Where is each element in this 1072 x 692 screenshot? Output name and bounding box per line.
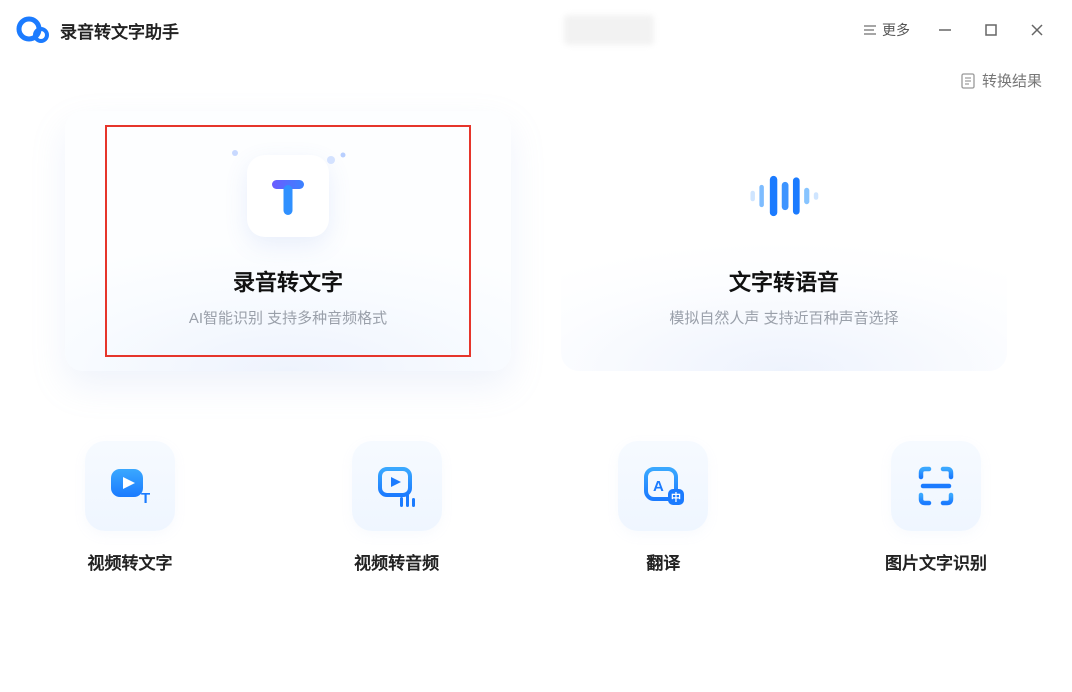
card-label: 图片文字识别 bbox=[885, 549, 987, 574]
card-subtitle: AI智能识别 支持多种音频格式 bbox=[189, 307, 387, 328]
card-video-to-text[interactable]: T 视频转文字 bbox=[85, 441, 175, 574]
card-text-to-speech[interactable]: 文字转语音 模拟自然人声 支持近百种声音选择 bbox=[561, 111, 1007, 371]
close-button[interactable] bbox=[1018, 15, 1056, 45]
close-icon bbox=[1030, 23, 1044, 37]
minimize-button[interactable] bbox=[926, 15, 964, 45]
card-video-to-audio[interactable]: 视频转音频 bbox=[352, 441, 442, 574]
translate-icon: A 中 bbox=[618, 441, 708, 531]
sound-wave-icon bbox=[743, 161, 825, 231]
audio-to-text-icon-tile bbox=[247, 155, 329, 237]
svg-text:A: A bbox=[653, 478, 664, 495]
svg-text:中: 中 bbox=[671, 491, 681, 504]
card-title: 文字转语音 bbox=[729, 265, 839, 297]
card-label: 视频转文字 bbox=[88, 549, 173, 574]
card-label: 翻译 bbox=[646, 549, 680, 574]
card-image-ocr[interactable]: 图片文字识别 bbox=[885, 441, 987, 574]
card-subtitle: 模拟自然人声 支持近百种声音选择 bbox=[669, 307, 898, 328]
app-logo-icon bbox=[16, 13, 50, 47]
document-icon bbox=[960, 73, 976, 89]
more-label: 更多 bbox=[882, 20, 910, 40]
svg-text:T: T bbox=[141, 490, 150, 507]
decoration-dots-icon bbox=[229, 147, 249, 167]
menu-icon bbox=[862, 23, 878, 37]
maximize-icon bbox=[984, 23, 998, 37]
video-to-text-icon: T bbox=[85, 441, 175, 531]
maximize-button[interactable] bbox=[972, 15, 1010, 45]
card-translate[interactable]: A 中 翻译 bbox=[618, 441, 708, 574]
conversion-results-link[interactable]: 转换结果 bbox=[960, 70, 1042, 91]
titlebar-blurred-region bbox=[564, 15, 654, 45]
minimize-icon bbox=[938, 23, 952, 37]
video-to-audio-icon bbox=[352, 441, 442, 531]
decoration-dots-icon bbox=[325, 150, 351, 170]
titlebar: 录音转文字助手 更多 bbox=[0, 0, 1072, 60]
image-ocr-icon bbox=[891, 441, 981, 531]
more-button[interactable]: 更多 bbox=[854, 16, 918, 44]
card-label: 视频转音频 bbox=[354, 549, 439, 574]
main-content: 录音转文字 AI智能识别 支持多种音频格式 文字转语音 模拟自然人声 支持近百种… bbox=[0, 91, 1072, 574]
card-title: 录音转文字 bbox=[233, 265, 343, 297]
card-audio-to-text[interactable]: 录音转文字 AI智能识别 支持多种音频格式 bbox=[65, 111, 511, 371]
letter-t-icon bbox=[264, 172, 312, 220]
text-to-speech-icon-tile bbox=[743, 155, 825, 237]
results-label: 转换结果 bbox=[982, 70, 1042, 91]
app-title: 录音转文字助手 bbox=[60, 18, 179, 43]
